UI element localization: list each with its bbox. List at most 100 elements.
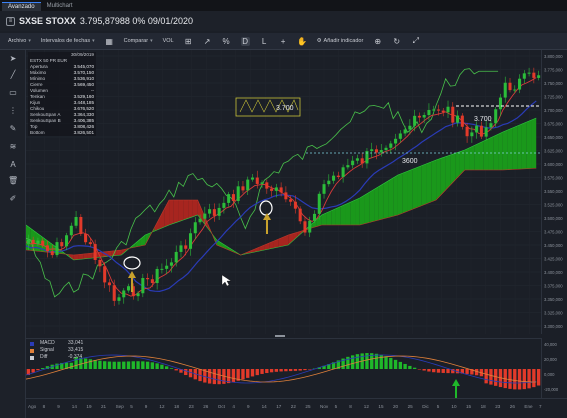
volumen-label: VOL: [162, 38, 174, 44]
candle-body: [489, 123, 493, 128]
candle-body: [470, 132, 474, 137]
candle-body: [503, 82, 507, 98]
kumo-cloud-bullish: [498, 132, 503, 170]
channel-tool-icon[interactable]: ≋: [8, 142, 18, 152]
macd-axis-svg: 40,000 20,000 0,000 -20,000: [544, 342, 559, 392]
candle-body: [522, 73, 526, 79]
expand-icon[interactable]: ⤢: [411, 36, 420, 46]
candle-body: [427, 110, 431, 116]
refresh-icon[interactable]: ↻: [392, 37, 401, 46]
candle-body: [122, 290, 126, 298]
macd-axis-label: 0,000: [544, 372, 555, 377]
candle-body: [265, 182, 269, 189]
volumen-toggle[interactable]: VOL: [163, 38, 174, 44]
candle-body: [441, 110, 445, 113]
candle-body: [60, 242, 64, 247]
crosshair-icon[interactable]: +: [279, 37, 288, 46]
tab-multichart[interactable]: Multichart: [41, 2, 79, 11]
macd-histogram-bar: [350, 355, 355, 369]
kumo-cloud-bullish: [407, 169, 413, 212]
candle-body: [479, 125, 483, 137]
macd-histogram-bar: [441, 369, 445, 373]
pencil-icon[interactable]: ✎: [8, 124, 18, 134]
time-axis-label: 8: [349, 404, 352, 409]
macd-histogram-bar: [98, 360, 102, 369]
candle-body: [460, 115, 464, 127]
macd-histogram-bar: [231, 369, 236, 383]
menu-icon[interactable]: ≡: [6, 16, 15, 26]
time-axis-label: 25: [408, 404, 414, 409]
candle-body: [93, 244, 97, 260]
price-axis-label: 3.450,000: [544, 243, 563, 248]
anadir-indicador-menu[interactable]: ⚙ Añadir indicador: [317, 38, 364, 44]
kumo-cloud-bullish: [350, 200, 356, 225]
candle-body: [436, 109, 441, 111]
candle-body: [55, 242, 59, 256]
hand-icon[interactable]: ✋: [297, 37, 307, 46]
macd-histogram-bar: [489, 369, 493, 385]
kumo-cloud-bullish: [445, 155, 451, 190]
candle-body: [498, 97, 502, 110]
grid-icon[interactable]: ⊞: [184, 37, 193, 46]
l-button[interactable]: L: [260, 37, 269, 46]
candle-body: [65, 235, 69, 247]
candle-body: [394, 138, 398, 144]
macd-histogram-bar: [69, 362, 73, 369]
pane-divider-handle[interactable]: [275, 335, 285, 337]
kumo-cloud-bearish: [87, 253, 93, 259]
line-tool-icon[interactable]: ╱: [8, 70, 18, 80]
rectangle-tool-icon[interactable]: ▭: [8, 88, 18, 98]
d-button[interactable]: D: [240, 36, 250, 46]
tab-avanzado[interactable]: Avanzado: [2, 2, 41, 11]
time-axis-label: 14: [72, 404, 78, 409]
archivo-menu[interactable]: Archivo ▾: [8, 38, 31, 44]
price-axis[interactable]: 3.800,000 3.775,000 3.750,000 3.725,000 3.70…: [541, 50, 567, 334]
macd-histogram-bar: [184, 369, 188, 376]
percent-icon[interactable]: %: [222, 37, 231, 46]
candle-body: [103, 266, 107, 283]
macd-histogram-bar: [217, 369, 221, 385]
price-chart-svg[interactable]: 3.700 3.700 3600: [25, 50, 545, 334]
candle-body: [298, 208, 302, 222]
kumo-cloud-bullish: [421, 163, 427, 206]
macd-histogram-bar: [269, 369, 274, 373]
time-axis-label: 21: [101, 404, 107, 409]
eyedropper-icon[interactable]: ✐: [8, 194, 18, 204]
macd-histogram-bar: [174, 369, 178, 371]
candle-body: [351, 160, 355, 166]
candle-body: [160, 268, 164, 270]
macd-histogram-bar: [41, 368, 45, 369]
time-axis-label: 12: [364, 404, 370, 409]
intervalos-menu[interactable]: Intervalos de fechas ▾: [41, 38, 95, 44]
price-axis-label: 3.575,000: [544, 176, 563, 181]
macd-histogram-bar: [241, 369, 245, 380]
text-tool-icon[interactable]: A: [8, 160, 18, 170]
kumo-cloud-bullish: [507, 128, 513, 170]
candle-body: [165, 265, 169, 269]
kumo-cloud-bullish: [426, 161, 432, 204]
comparar-menu[interactable]: Comparar ▾: [124, 38, 153, 44]
zoom-icon[interactable]: ⊕: [373, 37, 382, 46]
trash-icon[interactable]: 🗑: [8, 176, 18, 186]
candle-body: [465, 126, 469, 137]
candle-body: [107, 282, 111, 286]
time-axis-label: 15: [466, 404, 472, 409]
price-chart[interactable]: 3.700 3.700 3600: [25, 50, 545, 334]
kumo-cloud-bearish: [159, 209, 165, 229]
pointer-icon[interactable]: ➤: [8, 54, 18, 64]
time-axis-label: 9: [247, 404, 250, 409]
chevron-down-icon: ▾: [92, 38, 95, 44]
time-axis-label: Nov: [320, 404, 329, 409]
fib-tool-icon[interactable]: ⋮: [8, 106, 18, 116]
kumo-cloud-bullish: [326, 210, 332, 225]
candle-body: [141, 278, 145, 294]
macd-pane[interactable]: [25, 338, 541, 399]
macd-histogram-bar: [274, 369, 279, 372]
candle-body: [417, 115, 421, 118]
calendar-icon[interactable]: ▦: [105, 37, 114, 46]
draw-tool-icon[interactable]: ↗: [203, 37, 212, 46]
macd-histogram-bar: [246, 369, 250, 378]
time-axis[interactable]: Ago 8 9 14 19 21 Sep 5 9 12 18 23 26 Oct 4 9 14 17 22 25 Nov…: [26, 398, 567, 418]
candle-body: [246, 179, 250, 191]
kumo-cloud-bullish: [512, 126, 518, 170]
